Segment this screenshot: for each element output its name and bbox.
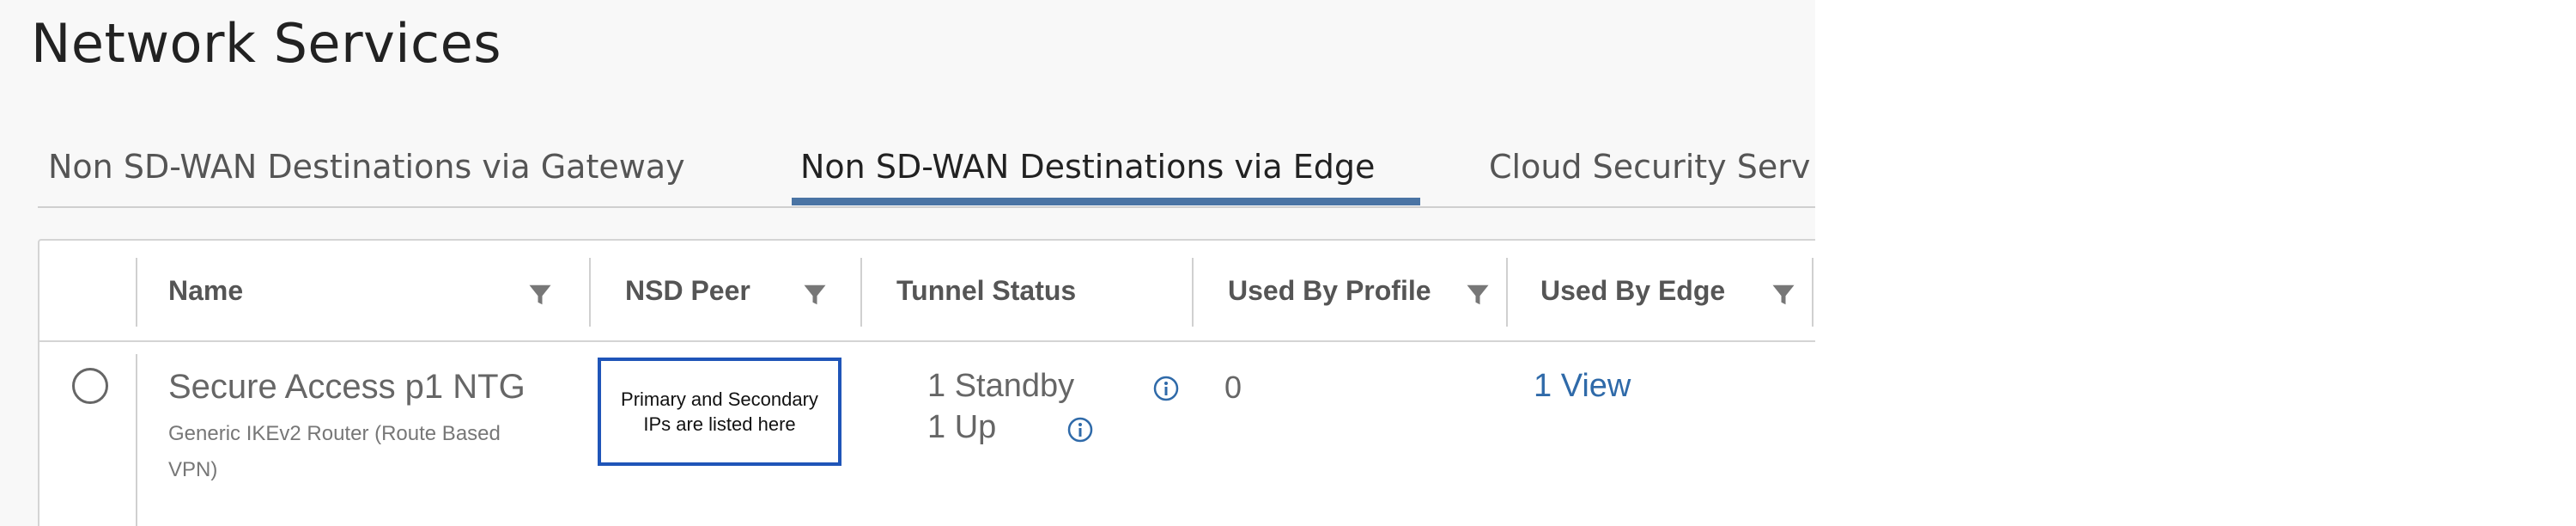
filter-icon[interactable] <box>1771 282 1796 308</box>
nsd-table: Name NSD Peer Tunnel Status Used By Prof… <box>38 239 1815 526</box>
table-header-row: Name NSD Peer Tunnel Status Used By Prof… <box>39 241 1815 342</box>
network-services-panel: Network Services Non SD-WAN Destinations… <box>0 0 1815 526</box>
tunnel-status-up: 1 Up <box>927 409 997 445</box>
column-separator[interactable] <box>860 258 862 327</box>
tab-nsd-via-gateway[interactable]: Non SD-WAN Destinations via Gateway <box>48 143 685 205</box>
used-by-profile-count: 0 <box>1224 370 1242 405</box>
column-separator[interactable] <box>1812 258 1814 327</box>
column-separator[interactable] <box>589 258 591 327</box>
row-select-radio[interactable] <box>72 368 108 404</box>
column-header-tunnel-status: Tunnel Status <box>896 275 1077 306</box>
info-icon[interactable] <box>1066 416 1094 443</box>
info-icon[interactable] <box>1152 375 1180 402</box>
active-tab-indicator <box>792 198 1420 205</box>
row-separator <box>136 354 137 526</box>
column-header-nsd-peer: NSD Peer <box>625 275 750 306</box>
column-separator <box>136 258 137 327</box>
row-name: Secure Access p1 NTG <box>168 368 526 406</box>
filter-icon[interactable] <box>802 282 828 308</box>
tunnel-status-standby: 1 Standby <box>927 368 1075 404</box>
nsd-peer-annotation: Primary and Secondary IPs are listed her… <box>598 358 841 466</box>
row-subtitle: Generic IKEv2 Router (Route Based VPN) <box>168 422 501 481</box>
column-header-used-by-edge: Used By Edge <box>1540 275 1726 306</box>
tab-nsd-via-edge[interactable]: Non SD-WAN Destinations via Edge <box>800 143 1375 205</box>
tab-bar: Non SD-WAN Destinations via Gateway Non … <box>38 129 1815 208</box>
column-header-used-by-profile: Used By Profile <box>1228 275 1431 306</box>
used-by-edge-view-link[interactable]: 1 View <box>1534 368 1631 405</box>
tab-cloud-security-service[interactable]: Cloud Security Serv <box>1489 143 1810 205</box>
column-separator[interactable] <box>1506 258 1508 327</box>
column-separator[interactable] <box>1192 258 1194 327</box>
filter-icon[interactable] <box>527 282 553 308</box>
page-title: Network Services <box>31 12 502 75</box>
column-header-name: Name <box>168 275 244 306</box>
filter-icon[interactable] <box>1465 282 1491 308</box>
